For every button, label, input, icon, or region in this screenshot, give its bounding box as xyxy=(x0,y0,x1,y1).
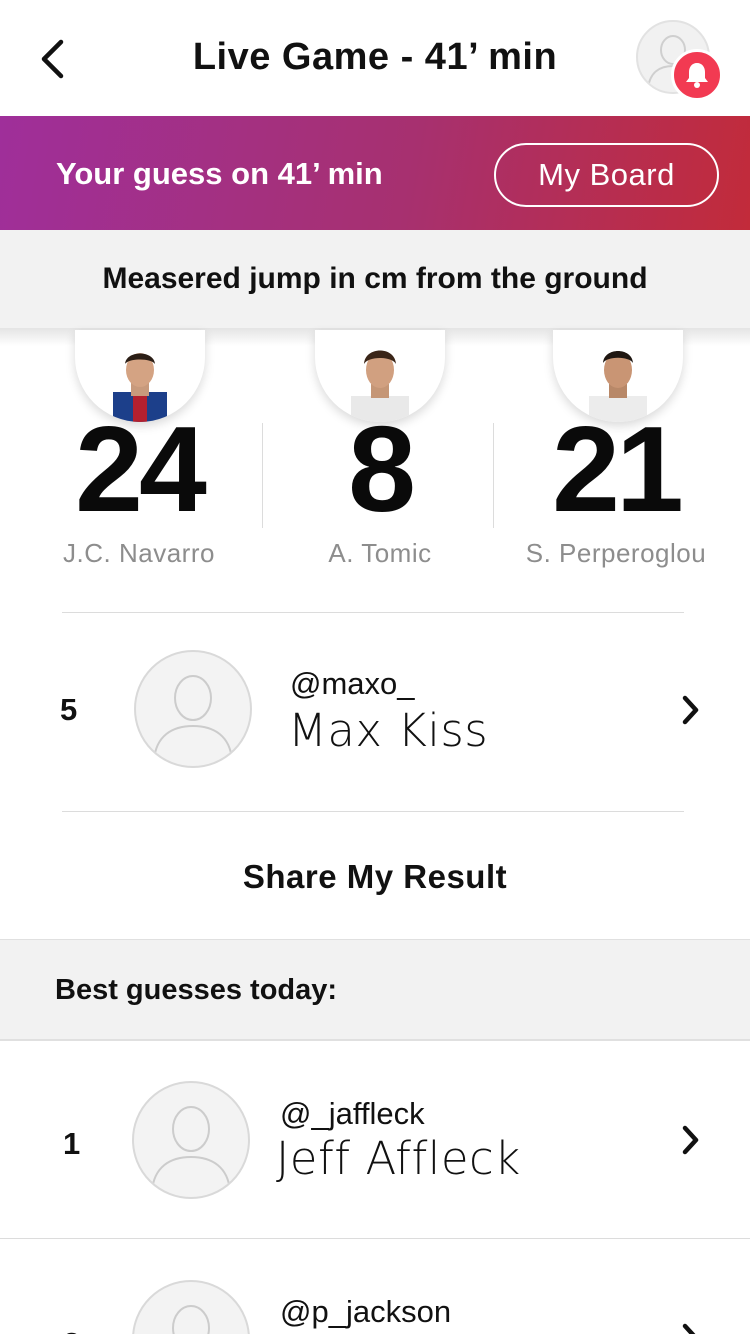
player-name: A. Tomic xyxy=(328,538,432,568)
player-card[interactable]: 24 J.C. Navarro xyxy=(14,330,264,580)
guess-banner: Your guess on 41’ min My Board xyxy=(0,116,750,230)
divider xyxy=(62,811,684,812)
bell-icon xyxy=(686,63,708,88)
avatar xyxy=(134,650,252,768)
banner-text: Your guess on 41’ min xyxy=(56,156,383,191)
chevron-right-icon xyxy=(676,1318,706,1334)
player-card[interactable]: 8 A. Tomic xyxy=(255,330,505,580)
my-result-row[interactable]: 5 @maxo_ Max Kiss xyxy=(0,640,750,800)
best-guesses-header: Best guesses today: xyxy=(0,939,750,1041)
player-name: S. Perperoglou xyxy=(525,538,707,568)
my-board-button[interactable]: My Board xyxy=(494,143,719,207)
user-handle: @_jaffleck xyxy=(280,1096,425,1131)
user-full-name: Max Kiss xyxy=(288,704,489,757)
user-placeholder-icon xyxy=(151,1106,231,1192)
user-full-name: Jeff Affleck xyxy=(276,1132,521,1185)
chevron-right-icon xyxy=(676,690,706,730)
question-label: Measered jump in cm from the ground xyxy=(0,230,750,346)
player-card[interactable]: 21 S. Perperoglou xyxy=(491,330,741,580)
section-title: Best guesses today: xyxy=(55,974,338,1006)
user-placeholder-icon xyxy=(153,675,233,761)
player-guess-value: 8 xyxy=(348,401,416,537)
player-name: J.C. Navarro xyxy=(63,538,215,568)
chevron-right-icon xyxy=(676,1120,706,1160)
avatar xyxy=(132,1081,250,1199)
avatar xyxy=(132,1280,250,1334)
divider xyxy=(62,612,684,613)
notification-button[interactable] xyxy=(671,49,723,101)
user-handle: @maxo_ xyxy=(290,666,415,701)
top-bar: Live Game - 41’ min xyxy=(0,0,750,116)
share-result-button[interactable]: Share My Result xyxy=(0,842,750,912)
rank-number: 5 xyxy=(60,692,78,727)
leaderboard-row[interactable]: 2 @p_jackson xyxy=(0,1268,750,1334)
user-handle: @p_jackson xyxy=(280,1294,452,1329)
rank-number: 2 xyxy=(63,1326,80,1334)
user-placeholder-icon xyxy=(172,1305,210,1334)
leaderboard-row[interactable]: 1 @_jaffleck Jeff Affleck xyxy=(0,1070,750,1230)
player-guess-value: 24 xyxy=(75,401,207,537)
divider xyxy=(0,1238,750,1239)
rank-number: 1 xyxy=(63,1126,81,1161)
player-guess-value: 21 xyxy=(552,401,684,537)
